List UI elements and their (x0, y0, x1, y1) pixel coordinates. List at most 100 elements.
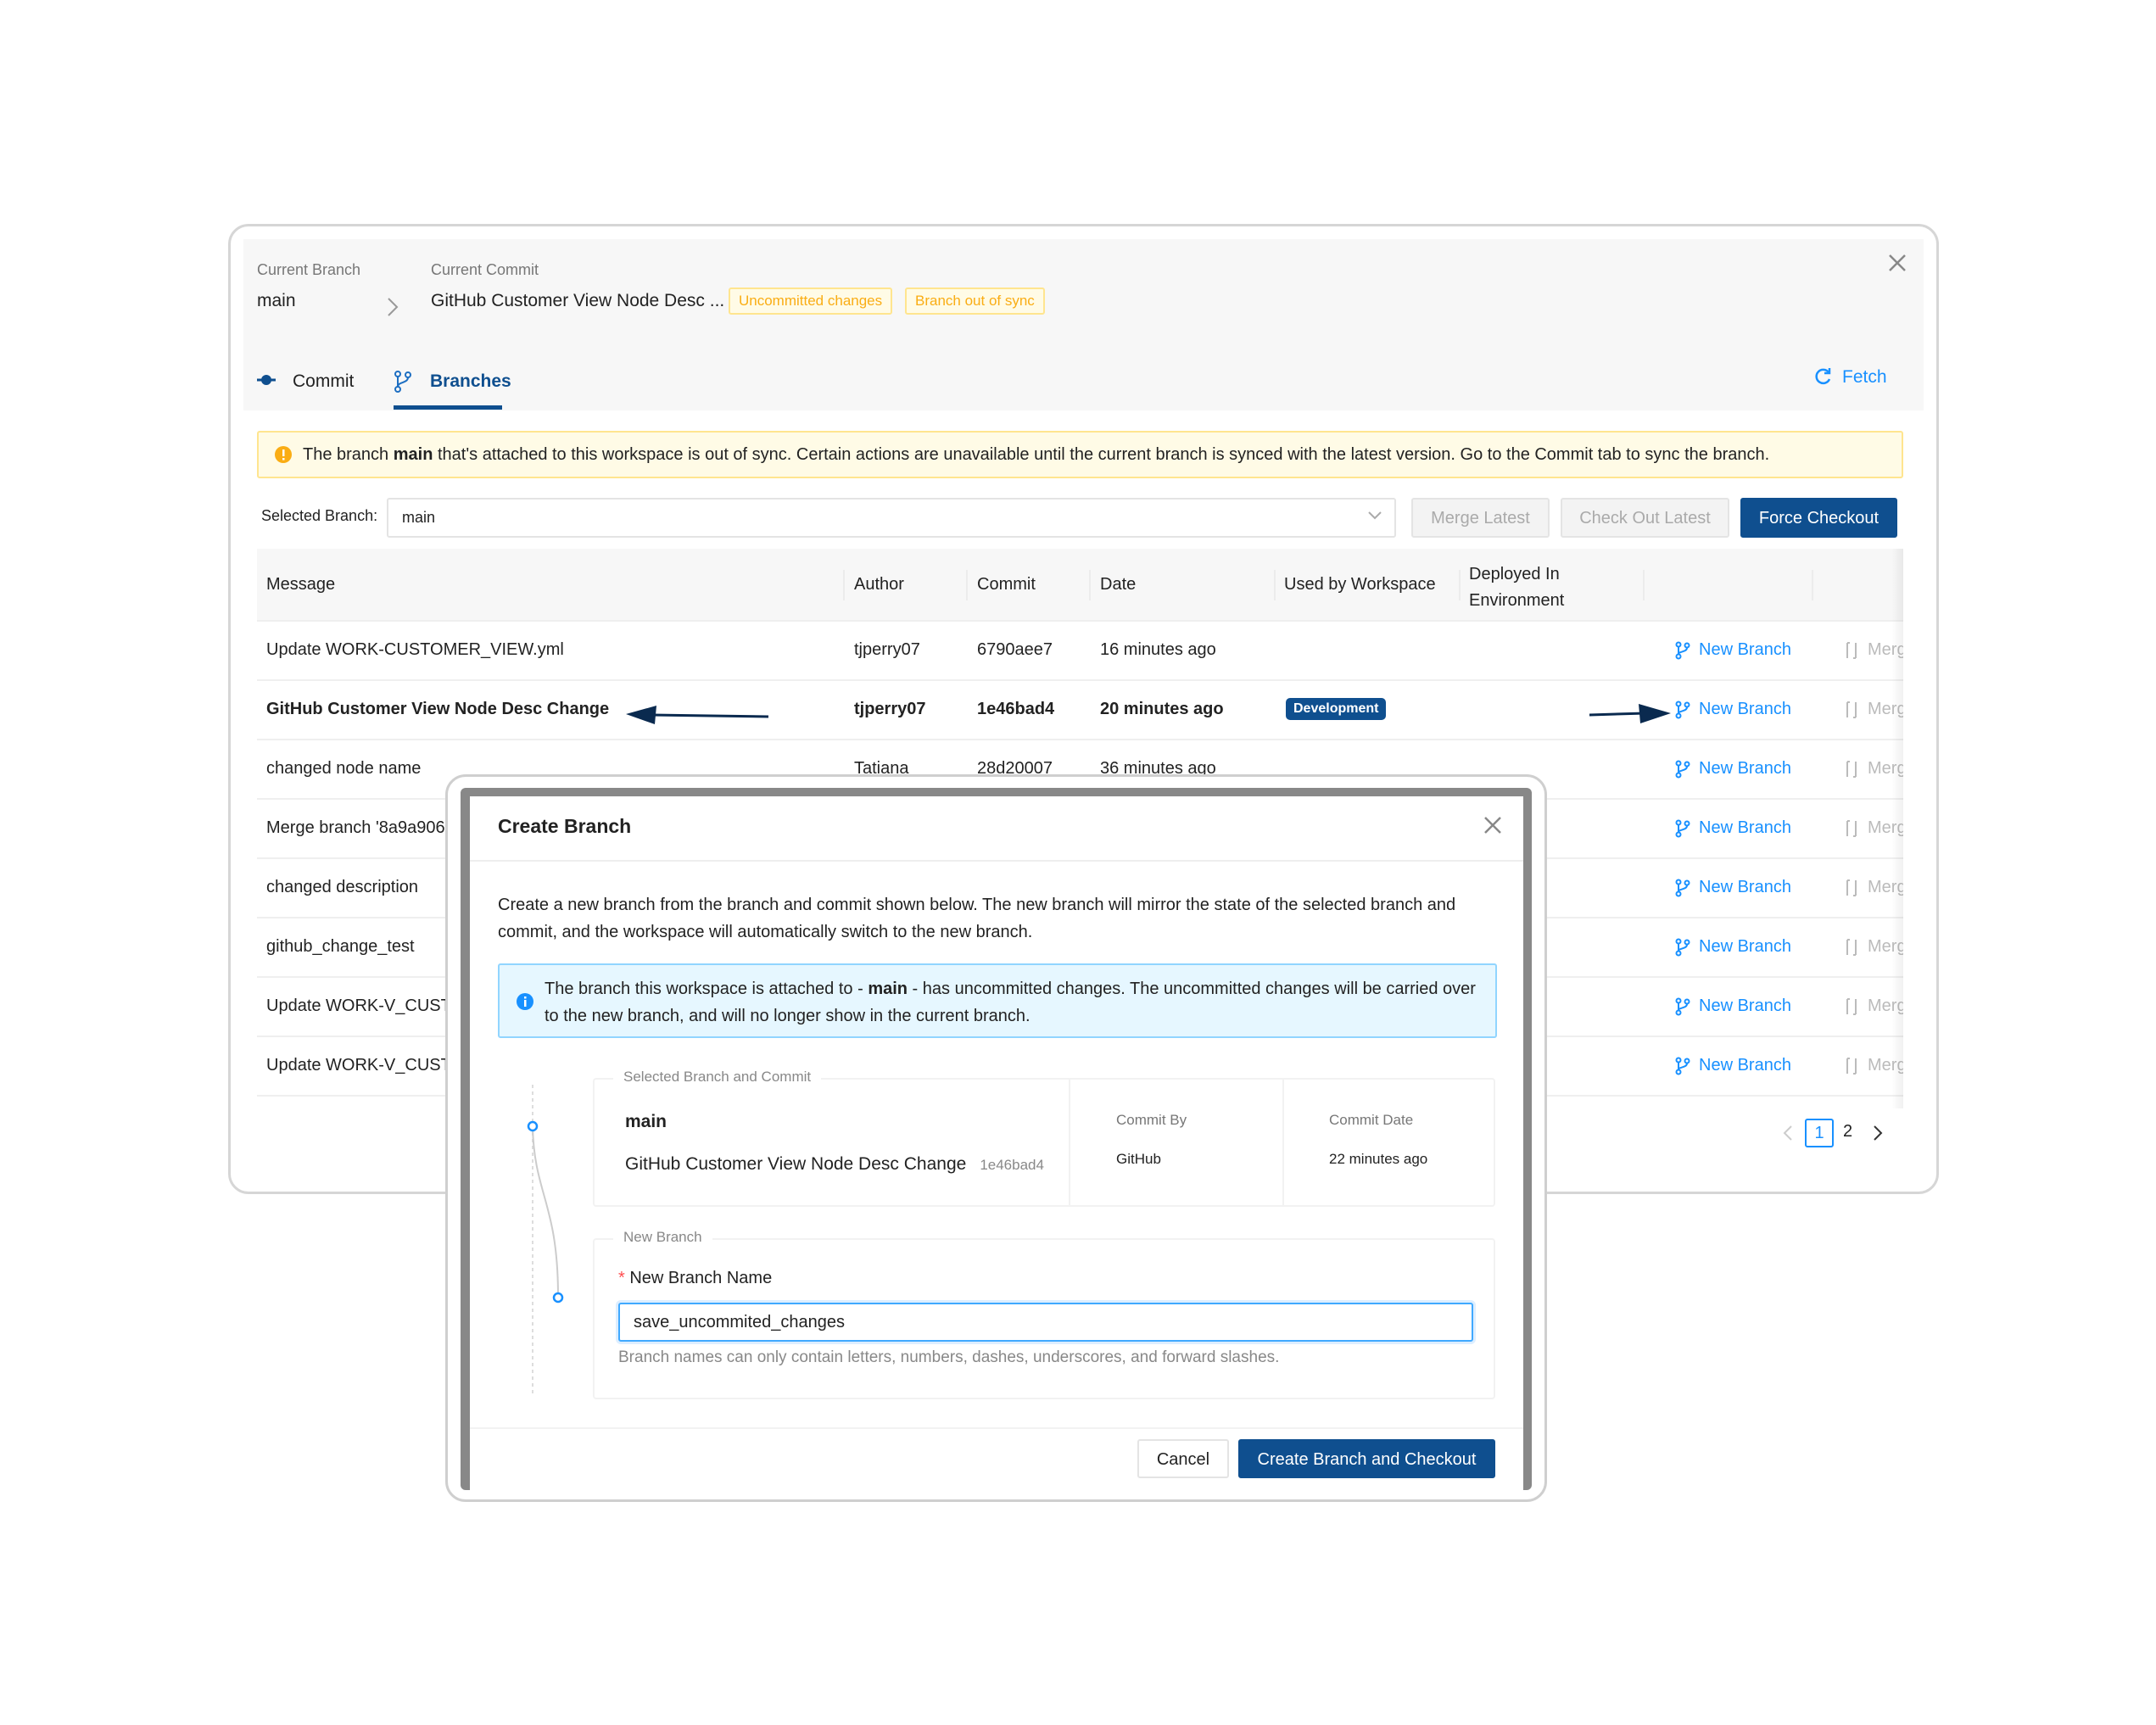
branch-select-value: main (402, 509, 436, 526)
force-checkout-button[interactable]: Force Checkout (1740, 498, 1897, 538)
new-branch-link[interactable]: New Branch (1699, 640, 1791, 660)
divider (1069, 1080, 1070, 1205)
annotation-arrow-left (626, 702, 770, 728)
current-commit: GitHub Customer View Node Desc ... (431, 291, 725, 310)
merge-icon (1845, 997, 1858, 1016)
cell-message: GitHub Customer View Node Desc Change (266, 700, 610, 718)
current-commit-label: Current Commit (431, 261, 539, 278)
modal-title: Create Branch (498, 815, 632, 837)
branch-icon (1675, 938, 1690, 957)
out-of-sync-badge: Branch out of sync (905, 288, 1045, 315)
close-icon[interactable] (1888, 254, 1907, 272)
cell-message: Update WORK-V_CUSTO (266, 996, 465, 1015)
col-commit: Commit (977, 575, 1036, 594)
required-marker: * (618, 1269, 630, 1287)
pagination-page-2[interactable]: 2 (1843, 1122, 1852, 1142)
check-out-latest-button[interactable]: Check Out Latest (1561, 498, 1729, 538)
commit-icon (257, 374, 276, 386)
new-branch-link[interactable]: New Branch (1699, 996, 1791, 1016)
col-divider (843, 570, 845, 600)
merge-latest-button[interactable]: Merge Latest (1411, 498, 1550, 538)
branch-timeline (517, 1076, 568, 1398)
commit-message: GitHub Customer View Node Desc Change (625, 1154, 967, 1174)
cell-author: tjperry07 (854, 640, 920, 659)
selected-legend: Selected Branch and Commit (613, 1069, 822, 1086)
branch-select[interactable]: main (387, 498, 1396, 538)
branch-name-help: Branch names can only contain letters, n… (618, 1348, 1280, 1366)
new-branch-link[interactable]: New Branch (1699, 1056, 1791, 1075)
branch-icon (1675, 641, 1690, 660)
fetch-button[interactable]: Fetch (1842, 367, 1887, 388)
banner-text: The branch (303, 445, 394, 464)
divider (470, 860, 1523, 862)
commit-by: GitHub (1116, 1151, 1161, 1167)
new-branch-name-input[interactable] (618, 1303, 1473, 1342)
col-deployed-line2: Environment (1469, 591, 1565, 610)
cell-message: changed node name (266, 759, 422, 778)
info-branch: main (868, 980, 908, 998)
new-branch-name-label: * New Branch Name (618, 1269, 772, 1288)
create-branch-modal: Create Branch Create a new branch from t… (470, 796, 1523, 1490)
active-tab-indicator (394, 405, 502, 410)
modal-description: Create a new branch from the branch and … (498, 896, 1456, 941)
current-branch: main (257, 291, 296, 310)
divider (470, 1427, 1523, 1429)
tab-commit[interactable]: Commit (293, 371, 354, 392)
divider (1282, 1080, 1284, 1205)
pagination-page-1[interactable]: 1 (1805, 1119, 1834, 1147)
cell-date: 20 minutes ago (1100, 700, 1224, 718)
info-text: The branch this workspace is attached to… (545, 980, 869, 998)
uncommitted-badge: Uncommitted changes (729, 288, 893, 315)
col-divider (966, 570, 968, 600)
cell-message: Merge branch '8a9a906 (266, 818, 445, 837)
refresh-icon (1813, 367, 1832, 386)
annotation-arrow-right (1589, 701, 1674, 726)
pagination-next[interactable] (1871, 1123, 1885, 1143)
merge-icon (1845, 641, 1858, 660)
cell-author: tjperry07 (854, 700, 926, 718)
table-row[interactable]: Update WORK-CUSTOMER_VIEW.yml tjperry07 67… (257, 622, 1903, 681)
col-used-by-workspace: Used by Workspace (1284, 575, 1436, 594)
selected-commit-message: GitHub Customer View Node Desc Change 1e4… (625, 1154, 1044, 1175)
cell-message: Update WORK-CUSTOMER_VIEW.yml (266, 640, 564, 659)
new-branch-link[interactable]: New Branch (1699, 818, 1791, 838)
col-divider (1089, 570, 1091, 600)
selected-branch-name: main (625, 1112, 667, 1131)
new-branch-link[interactable]: New Branch (1699, 700, 1791, 719)
modal-close-icon[interactable] (1483, 816, 1502, 835)
workspace-badge: Development (1286, 698, 1387, 720)
current-branch-label: Current Branch (257, 261, 361, 278)
merge-icon (1845, 938, 1858, 957)
scroll-shadow (1891, 549, 1903, 1108)
commit-hash: 1e46bad4 (980, 1157, 1044, 1173)
commit-by-label: Commit By (1116, 1112, 1187, 1128)
cancel-button[interactable]: Cancel (1137, 1439, 1229, 1478)
selected-branch-label: Selected Branch: (261, 507, 378, 524)
col-divider (1643, 570, 1645, 600)
cell-commit: 1e46bad4 (977, 700, 1055, 718)
merge-icon (1845, 1057, 1858, 1075)
new-branch-fieldset: New Branch * New Branch Name Branch name… (593, 1229, 1495, 1399)
cell-message: changed description (266, 878, 419, 896)
col-deployed-line1: Deployed In (1469, 565, 1560, 583)
cell-message: github_change_test (266, 937, 415, 956)
branch-icon (1675, 701, 1690, 719)
chevron-right-icon (387, 297, 399, 317)
create-branch-and-checkout-button[interactable]: Create Branch and Checkout (1238, 1439, 1495, 1478)
branch-icon (1675, 997, 1690, 1016)
merge-icon (1845, 701, 1858, 719)
new-branch-link[interactable]: New Branch (1699, 878, 1791, 897)
col-date: Date (1100, 575, 1137, 594)
chevron-down-icon (1367, 511, 1382, 521)
new-branch-link[interactable]: New Branch (1699, 937, 1791, 957)
tab-branches[interactable]: Branches (430, 371, 511, 392)
col-deployed-in-environment: Deployed In Environment (1469, 561, 1564, 614)
col-author: Author (854, 575, 904, 594)
selected-branch-fieldset: Selected Branch and Commit main GitHub C… (593, 1069, 1495, 1207)
pagination-prev[interactable] (1781, 1123, 1795, 1143)
branch-icon (1675, 879, 1690, 897)
uncommitted-info-box: The branch this workspace is attached to… (498, 963, 1497, 1038)
new-branch-link[interactable]: New Branch (1699, 759, 1791, 779)
col-divider (1459, 570, 1461, 600)
field-label: New Branch Name (629, 1269, 773, 1287)
